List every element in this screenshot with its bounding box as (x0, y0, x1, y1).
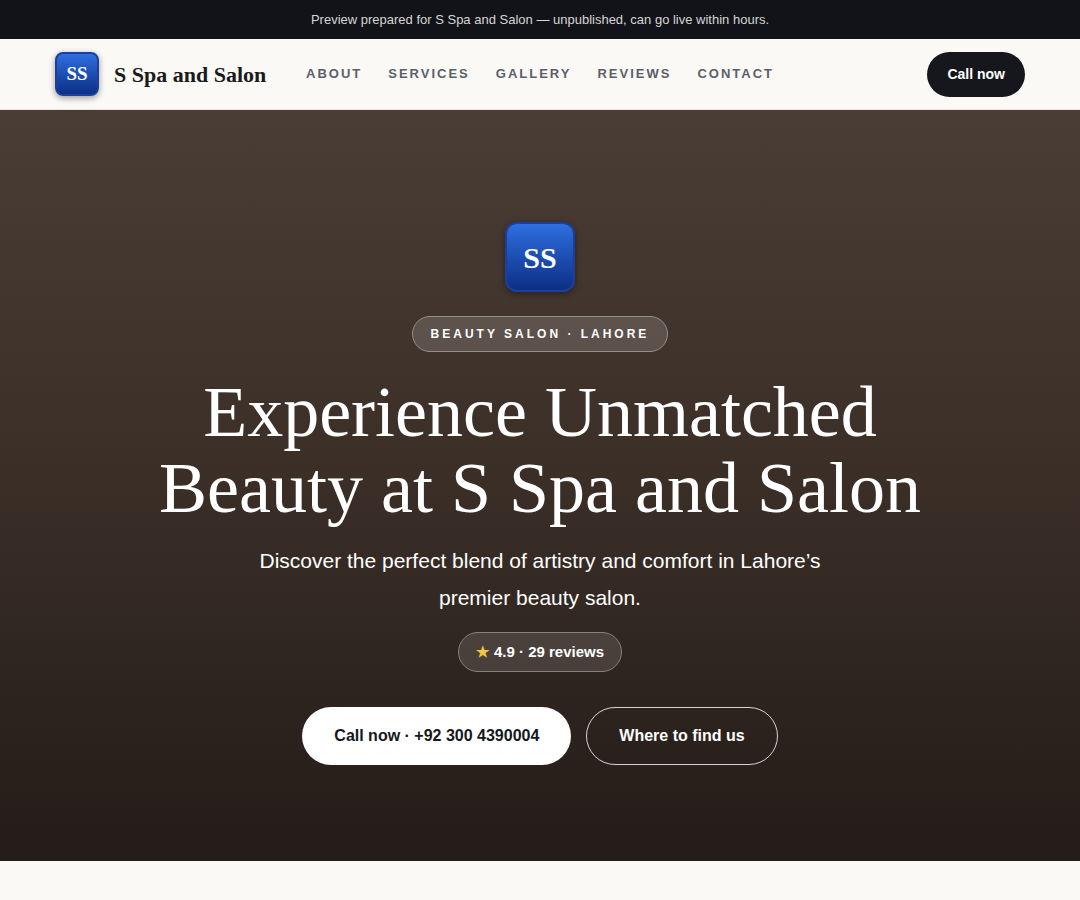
rating-badge: ★4.9 · 29 reviews (458, 632, 622, 672)
call-now-button[interactable]: Call now · +92 300 4390004 (302, 707, 571, 765)
hero-buttons: Call now · +92 300 4390004 Where to find … (302, 707, 777, 765)
logo-icon: SS (55, 52, 99, 96)
nav-link[interactable]: ABOUT (306, 64, 362, 84)
brand[interactable]: SSS Spa and Salon (55, 52, 306, 96)
hero-heading: Experience Unmatched Beauty at S Spa and… (140, 374, 940, 526)
hero: SS BEAUTY SALON · LAHORE Experience Unmatc… (0, 110, 1080, 861)
call-button[interactable]: Call now (927, 52, 1025, 97)
find-us-button[interactable]: Where to find us (586, 707, 777, 765)
nav-link[interactable]: SERVICES (388, 64, 470, 84)
navbar: SSS Spa and SalonABOUT SERVICES GALLERY REV… (0, 39, 1080, 110)
logo-icon: SS (505, 222, 575, 292)
page: Preview prepared for S Spa and Salon — u… (0, 0, 1080, 900)
nav-link[interactable]: CONTACT (697, 64, 774, 84)
hero-badge: BEAUTY SALON · LAHORE (412, 316, 669, 352)
hero-subtitle: Discover the perfect blend of artistry a… (230, 542, 850, 616)
nav-links: ABOUT SERVICES GALLERY REVIEWS CONTACT (306, 64, 774, 84)
preview-banner: Preview prepared for S Spa and Salon — u… (0, 0, 1080, 39)
star-icon: ★ (476, 641, 489, 664)
nav-link[interactable]: GALLERY (496, 64, 572, 84)
nav-link[interactable]: REVIEWS (597, 64, 671, 84)
